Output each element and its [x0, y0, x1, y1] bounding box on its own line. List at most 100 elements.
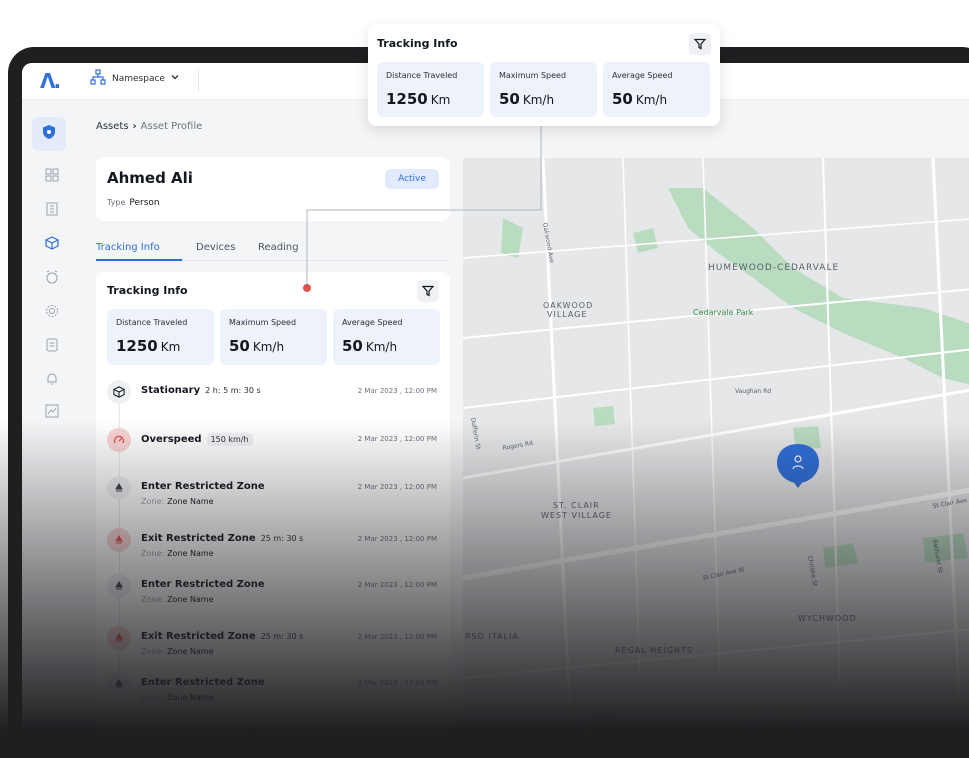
event-timestamp: 2 Mar 2023 , 12:00 PM [357, 581, 437, 589]
event-timestamp: 2 Mar 2023 , 12:00 PM [357, 679, 437, 687]
sidebar-item-assets[interactable] [40, 232, 64, 256]
breadcrumb-current: Asset Profile [140, 121, 203, 132]
zone-key: Zone: [141, 595, 165, 604]
asset-profile-card: Ahmed Ali Type Person Active [96, 157, 450, 221]
callout-filter-button[interactable] [689, 33, 711, 55]
stat-distance-traveled: Distance Traveled 1250 Km [107, 309, 214, 365]
callout-stat-max-speed: Maximum Speed 50 Km/h [490, 62, 597, 117]
zone-enter-icon [107, 476, 131, 500]
sidebar-item-analytics[interactable] [40, 400, 64, 424]
event-zone: Zone: Zone Name [141, 595, 214, 604]
stat-maximum-speed: Maximum Speed 50 Km/h [220, 309, 327, 365]
stat-label: Distance Traveled [386, 71, 458, 80]
divider [198, 69, 199, 93]
zone-value: Zone Name [167, 647, 214, 656]
zone-key: Zone: [141, 693, 165, 702]
tab-devices[interactable]: Devices [196, 242, 235, 253]
event-timestamp: 2 Mar 2023 , 12:00 PM [357, 435, 437, 443]
tab-reading[interactable]: Reading [258, 242, 299, 253]
stat-number: 50 [499, 90, 520, 108]
stat-unit: Km/h [522, 93, 555, 107]
zone-key: Zone: [141, 647, 165, 656]
stat-value: 1250 Km [386, 90, 475, 108]
stat-unit: Km/h [635, 93, 668, 107]
callout-stat-avg-speed: Average Speed 50 Km/h [603, 62, 710, 117]
event-title: Enter Restricted Zone [141, 677, 265, 688]
stat-value: 1250 Km [116, 337, 205, 355]
map-view[interactable]: HUMEWOOD-CEDARVALE OAKWOOD VILLAGE Cedar… [463, 158, 969, 753]
sidebar-item-settings[interactable] [40, 300, 64, 324]
sidebar-item-assets-active[interactable] [32, 117, 66, 151]
timeline-event[interactable]: Overspeed 150 km/h 2 Mar 2023 , 12:00 PM [107, 428, 437, 468]
sidebar [22, 100, 84, 753]
stat-value: 50 Km/h [612, 90, 701, 108]
callout-stat-distance: Distance Traveled 1250 Km [377, 62, 484, 117]
breadcrumb-assets[interactable]: Assets [96, 121, 129, 132]
timeline-event[interactable]: Exit Restricted Zone 25 m: 30 s Zone: Zone… [107, 626, 437, 666]
map-canvas: HUMEWOOD-CEDARVALE OAKWOOD VILLAGE Cedar… [463, 158, 969, 753]
gear-icon [45, 303, 59, 322]
box-icon [107, 380, 131, 404]
event-timestamp: 2 Mar 2023 , 12:00 PM [357, 633, 437, 641]
event-timestamp: 2 Mar 2023 , 12:00 PM [357, 535, 437, 543]
stat-number: 50 [612, 90, 633, 108]
filter-icon [421, 282, 435, 301]
map-label: HUMEWOOD-CEDARVALE [708, 263, 839, 273]
tracking-info-card: Tracking Info Distance Traveled 1250 Km M… [96, 272, 450, 753]
map-label: DAVENPORT [743, 721, 800, 730]
cube-icon [45, 235, 59, 254]
map-label: ST. CLAIR [553, 501, 600, 510]
zone-value: Zone Name [167, 693, 214, 702]
tracking-info-title: Tracking Info [107, 284, 188, 297]
app-logo[interactable]: Λ. [40, 69, 61, 93]
callout-title: Tracking Info [377, 37, 458, 50]
event-detail: 150 km/h [206, 433, 253, 446]
stat-unit: Km/h [365, 340, 398, 354]
timeline-event[interactable]: Enter Restricted Zone Zone: Zone Name 2 M… [107, 476, 437, 516]
chart-icon [45, 403, 59, 422]
event-title-row: Stationary 2 h: 5 m: 30 s [141, 385, 261, 396]
event-title-row: Exit Restricted Zone 25 m: 30 s [141, 533, 303, 544]
tab-tracking-info[interactable]: Tracking Info [96, 242, 160, 253]
alarm-clock-icon [45, 269, 59, 288]
asset-name: Ahmed Ali [107, 169, 193, 187]
asset-type-key: Type [107, 198, 126, 207]
zone-key: Zone: [141, 497, 165, 506]
park-area [593, 406, 615, 426]
zone-value: Zone Name [167, 595, 214, 604]
stat-value: 50 Km/h [229, 337, 318, 355]
status-badge: Active [385, 169, 439, 189]
grid-icon [45, 167, 59, 186]
map-label: WEST VILLAGE [541, 511, 612, 520]
breadcrumb-separator: › [132, 121, 137, 132]
stat-number: 1250 [386, 90, 428, 108]
map-label: WYCHWOOD [798, 614, 857, 623]
stat-label: Average Speed [612, 71, 673, 80]
zone-value: Zone Name [167, 497, 214, 506]
sidebar-item-alarms[interactable] [40, 266, 64, 290]
event-title: Overspeed [141, 434, 202, 445]
event-zone: Zone: Zone Name [141, 549, 214, 558]
event-title: Exit Restricted Zone [141, 631, 256, 642]
sidebar-item-notifications[interactable] [40, 368, 64, 392]
filter-button[interactable] [417, 280, 439, 302]
event-detail: 2 h: 5 m: 30 s [205, 386, 261, 395]
sidebar-item-dashboard[interactable] [40, 164, 64, 188]
event-title: Exit Restricted Zone [141, 533, 256, 544]
timeline-event[interactable]: Stationary 2 h: 5 m: 30 s 2 Mar 2023 , 12… [107, 380, 437, 420]
event-detail: 25 m: 30 s [260, 632, 304, 641]
stat-value: 50 Km/h [342, 337, 431, 355]
filter-icon [693, 35, 707, 54]
app-screen: Λ. Namespace Assets › Asset Profile Ahme… [22, 63, 969, 753]
event-detail: 25 m: 30 s [260, 534, 304, 543]
tab-active-indicator [96, 259, 182, 261]
namespace-label: Namespace [112, 73, 165, 84]
sidebar-item-reports[interactable] [40, 334, 64, 358]
timeline-event[interactable]: Enter Restricted Zone Zone: Zone Name 2 M… [107, 672, 437, 712]
namespace-selector[interactable]: Namespace [90, 69, 179, 88]
timeline-event[interactable]: Enter Restricted Zone Zone: Zone Name 2 M… [107, 574, 437, 614]
event-timestamp: 2 Mar 2023 , 12:00 PM [357, 387, 437, 395]
timeline-event[interactable]: Exit Restricted Zone 25 m: 30 s Zone: Zone… [107, 528, 437, 568]
sidebar-item-buildings[interactable] [40, 198, 64, 222]
asset-type-value: Person [129, 198, 160, 208]
